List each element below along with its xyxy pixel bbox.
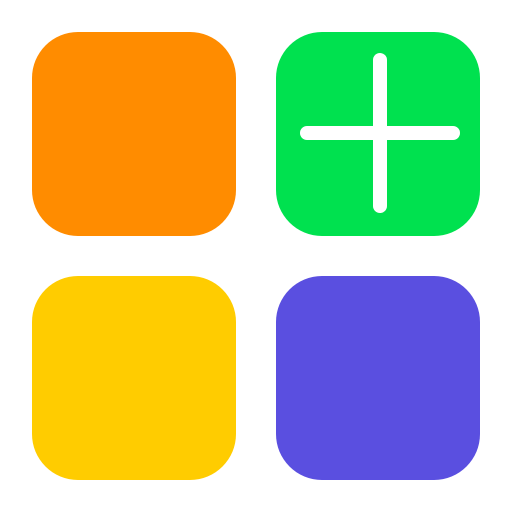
yellow-tile[interactable] bbox=[32, 276, 236, 480]
purple-tile[interactable] bbox=[276, 276, 480, 480]
orange-tile[interactable] bbox=[32, 32, 236, 236]
add-tile[interactable] bbox=[276, 32, 480, 236]
plus-icon-vertical-bar bbox=[373, 53, 387, 213]
app-grid-canvas bbox=[0, 0, 512, 512]
plus-icon bbox=[276, 32, 480, 236]
